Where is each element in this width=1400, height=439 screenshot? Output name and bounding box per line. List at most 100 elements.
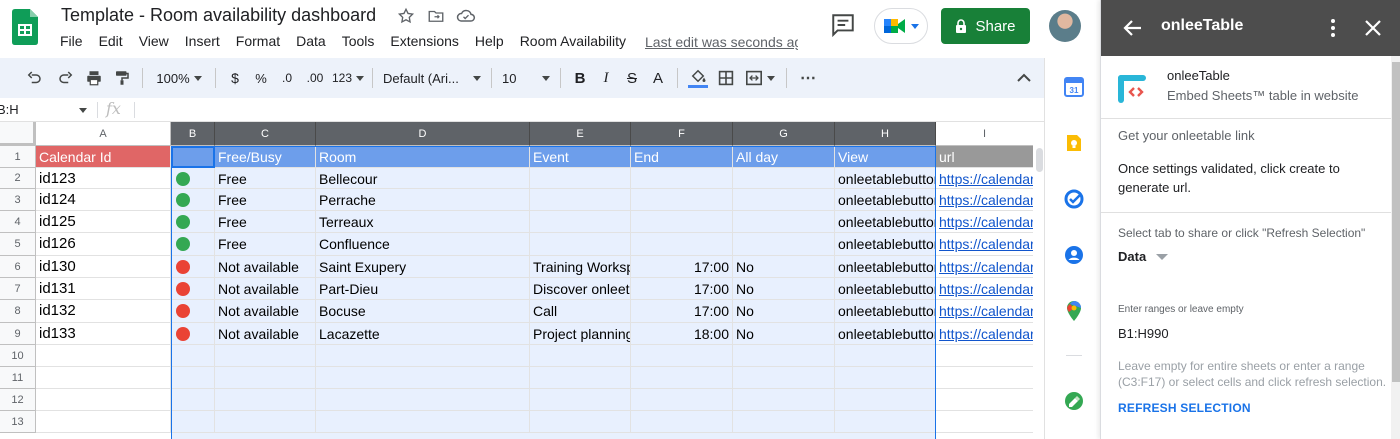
- free-busy-cell[interactable]: Free: [215, 168, 316, 189]
- print-icon[interactable]: [80, 58, 108, 98]
- empty-cell[interactable]: [835, 389, 936, 411]
- column-header-i[interactable]: I: [936, 122, 1033, 146]
- close-icon[interactable]: [1361, 16, 1385, 40]
- room-cell[interactable]: Confluence: [316, 233, 530, 256]
- empty-cell[interactable]: [530, 411, 631, 433]
- empty-cell[interactable]: [936, 411, 1033, 433]
- keep-icon[interactable]: [1063, 132, 1085, 154]
- end-cell[interactable]: 17:00: [631, 278, 733, 300]
- borders-icon[interactable]: [712, 58, 740, 98]
- status-cell[interactable]: [171, 323, 215, 345]
- all-day-cell[interactable]: [733, 211, 835, 233]
- all-day-cell[interactable]: No: [733, 278, 835, 300]
- free-busy-cell[interactable]: Free: [215, 211, 316, 233]
- empty-cell[interactable]: [530, 345, 631, 367]
- id-cell[interactable]: id131: [36, 278, 171, 300]
- menu-view[interactable]: View: [131, 33, 177, 49]
- empty-cell[interactable]: [733, 389, 835, 411]
- move-folder-icon[interactable]: [426, 6, 446, 26]
- all-day-cell[interactable]: No: [733, 323, 835, 345]
- undo-icon[interactable]: [16, 58, 52, 98]
- view-cell[interactable]: onleetablebutton: [835, 233, 936, 256]
- free-busy-cell[interactable]: Not available: [215, 256, 316, 278]
- empty-cell[interactable]: [631, 411, 733, 433]
- id-cell[interactable]: id132: [36, 300, 171, 323]
- select-all-corner[interactable]: [0, 122, 36, 146]
- scrollbar-thumb[interactable]: [1392, 62, 1400, 382]
- merge-cells-icon[interactable]: [740, 58, 780, 98]
- menu-data[interactable]: Data: [288, 33, 334, 49]
- url-cell[interactable]: https://calendar.: [936, 189, 1033, 211]
- row-header[interactable]: 9: [0, 323, 36, 345]
- status-cell[interactable]: [171, 256, 215, 278]
- refresh-selection-button[interactable]: REFRESH SELECTION: [1118, 401, 1251, 415]
- all-day-cell[interactable]: No: [733, 256, 835, 278]
- menu-edit[interactable]: Edit: [91, 33, 131, 49]
- row-header[interactable]: 11: [0, 367, 36, 389]
- free-busy-cell[interactable]: Not available: [215, 300, 316, 323]
- empty-cell[interactable]: [36, 389, 171, 411]
- room-cell[interactable]: Terreaux: [316, 211, 530, 233]
- header-cell[interactable]: End: [631, 146, 733, 168]
- status-cell[interactable]: [171, 189, 215, 211]
- row-header[interactable]: 8: [0, 300, 36, 323]
- more-options-icon[interactable]: ⋯: [793, 58, 823, 98]
- all-day-cell[interactable]: [733, 233, 835, 256]
- empty-cell[interactable]: [631, 389, 733, 411]
- percent-format-button[interactable]: %: [248, 58, 274, 98]
- empty-cell[interactable]: [171, 367, 215, 389]
- all-day-cell[interactable]: [733, 168, 835, 189]
- more-formats-select[interactable]: 123: [330, 58, 366, 98]
- free-busy-cell[interactable]: Free: [215, 233, 316, 256]
- vertical-scrollbar[interactable]: [1034, 146, 1044, 439]
- event-cell[interactable]: Call: [530, 300, 631, 323]
- status-cell[interactable]: [171, 211, 215, 233]
- status-cell[interactable]: [171, 233, 215, 256]
- id-cell[interactable]: id126: [36, 233, 171, 256]
- empty-cell[interactable]: [631, 345, 733, 367]
- column-header-h[interactable]: H: [835, 122, 936, 146]
- empty-cell[interactable]: [936, 389, 1033, 411]
- ranges-input[interactable]: B1:H990: [1118, 326, 1375, 347]
- room-cell[interactable]: Part-Dieu: [316, 278, 530, 300]
- redo-icon[interactable]: [52, 58, 80, 98]
- empty-cell[interactable]: [316, 345, 530, 367]
- all-day-cell[interactable]: No: [733, 300, 835, 323]
- status-cell[interactable]: [171, 278, 215, 300]
- event-cell[interactable]: [530, 168, 631, 189]
- menu-help[interactable]: Help: [467, 33, 512, 49]
- empty-cell[interactable]: [215, 389, 316, 411]
- header-cell[interactable]: All day: [733, 146, 835, 168]
- view-cell[interactable]: onleetablebutton: [835, 211, 936, 233]
- view-cell[interactable]: onleetablebutton: [835, 300, 936, 323]
- empty-cell[interactable]: [316, 367, 530, 389]
- free-busy-cell[interactable]: Not available: [215, 323, 316, 345]
- paint-format-icon[interactable]: [108, 58, 136, 98]
- scrollbar-thumb[interactable]: [1036, 148, 1043, 172]
- column-header-g[interactable]: G: [733, 122, 835, 146]
- avatar[interactable]: [1049, 10, 1081, 42]
- column-header-a[interactable]: A: [36, 122, 171, 146]
- last-edit-link[interactable]: Last edit was seconds ago: [645, 34, 798, 50]
- event-cell[interactable]: Discover onleeta: [530, 278, 631, 300]
- room-cell[interactable]: Lacazette: [316, 323, 530, 345]
- url-cell[interactable]: https://calendar.: [936, 323, 1033, 345]
- cloud-status-icon[interactable]: [456, 6, 476, 26]
- url-cell[interactable]: https://calendar.: [936, 233, 1033, 256]
- onleetable-addon-icon[interactable]: [1063, 390, 1085, 412]
- empty-cell[interactable]: [530, 389, 631, 411]
- event-cell[interactable]: Training Workspa: [530, 256, 631, 278]
- column-header-e[interactable]: E: [530, 122, 631, 146]
- view-cell[interactable]: onleetablebutton: [835, 189, 936, 211]
- url-cell[interactable]: https://calendar.: [936, 168, 1033, 189]
- empty-cell[interactable]: [530, 367, 631, 389]
- room-cell[interactable]: Bocuse: [316, 300, 530, 323]
- text-color-button[interactable]: A: [645, 58, 671, 98]
- url-cell[interactable]: https://calendar.: [936, 300, 1033, 323]
- column-header-c[interactable]: C: [215, 122, 316, 146]
- empty-cell[interactable]: [171, 345, 215, 367]
- empty-cell[interactable]: [936, 345, 1033, 367]
- menu-room-availability[interactable]: Room Availability: [512, 33, 634, 49]
- row-header[interactable]: 3: [0, 189, 36, 211]
- header-cell[interactable]: [171, 146, 215, 168]
